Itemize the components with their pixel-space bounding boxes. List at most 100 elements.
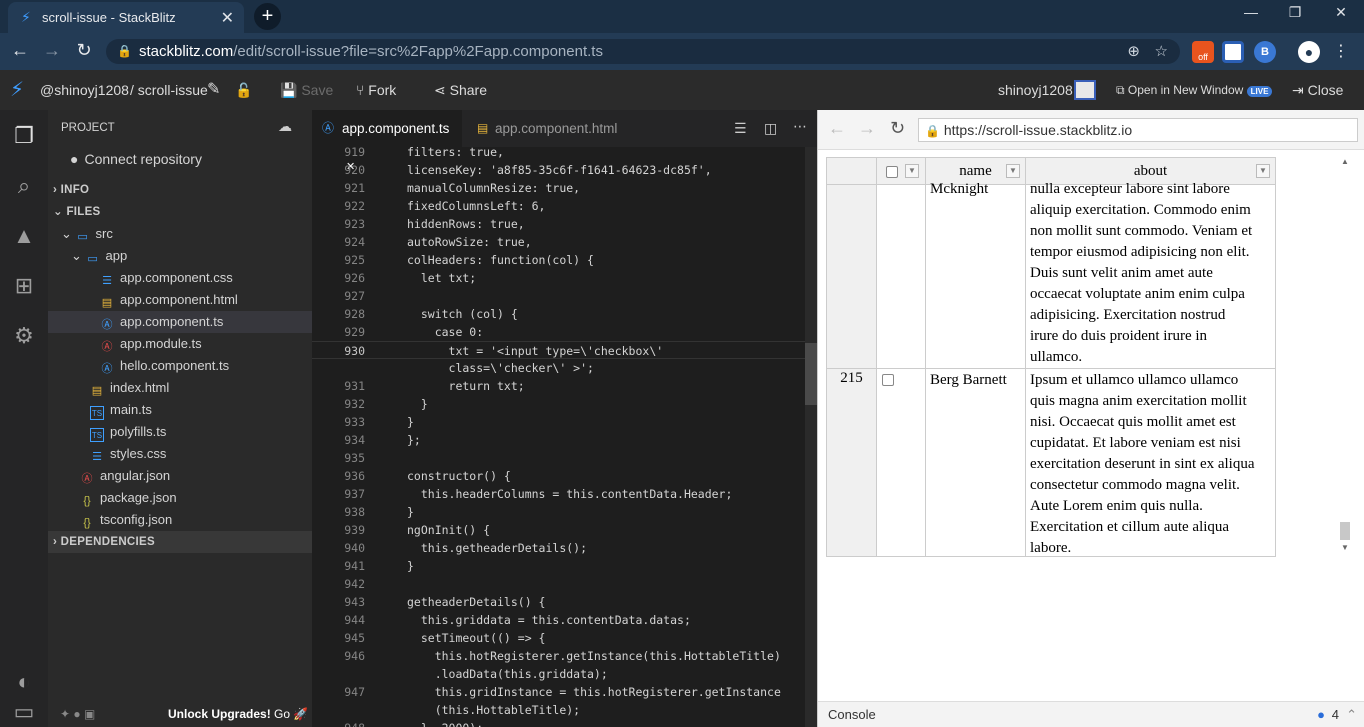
code-line[interactable]: 927 [312, 287, 805, 305]
connect-repository-button[interactable]: ● Connect repository [48, 148, 312, 170]
scroll-up-icon[interactable]: ▲ [1341, 157, 1349, 166]
row-checkbox[interactable] [882, 374, 894, 386]
file-index-html[interactable]: ▤ index.html [48, 377, 312, 399]
minimize-button[interactable]: — [1236, 4, 1266, 20]
editor-scrollbar[interactable] [805, 147, 817, 727]
code-line[interactable]: 932 } [312, 395, 805, 413]
tab-close-icon[interactable]: ✕ [221, 8, 234, 28]
browser-tab[interactable]: ⚡ scroll-issue - StackBlitz ✕ [8, 2, 244, 33]
code-line[interactable]: 948 }, 2000); [312, 719, 805, 727]
select-all-checkbox[interactable] [886, 165, 898, 178]
code-line[interactable]: 919 filters: true, [312, 147, 805, 161]
info-section[interactable]: › INFO [48, 179, 312, 201]
row-header[interactable]: 215 [827, 369, 877, 556]
discord-icon[interactable]: ▣ [84, 707, 95, 721]
code-line[interactable]: class=\'checker\' >'; [312, 359, 805, 377]
file-app-module-ts[interactable]: Ⓐapp.module.ts [48, 333, 312, 355]
unlock-upgrades-link[interactable]: Unlock Upgrades! Go 🚀 [168, 703, 312, 725]
address-bar[interactable]: 🔒 stackblitz.com/edit/scroll-issue?file=… [106, 39, 1180, 64]
extension-off-icon[interactable]: off [1192, 41, 1214, 63]
name-cell[interactable]: Berg Barnett [926, 369, 1026, 556]
project-name[interactable]: / scroll-issue [130, 70, 208, 110]
code-line[interactable]: 940 this.getheaderDetails(); [312, 539, 805, 557]
filter-dropdown-icon[interactable]: ▼ [905, 164, 919, 178]
edit-pencil-icon[interactable]: ✎ [207, 70, 220, 110]
search-icon[interactable]: ⌕ [10, 172, 38, 200]
file-app-component-html[interactable]: ▤ app.component.html [48, 289, 312, 311]
code-line[interactable]: 941} [312, 557, 805, 575]
layout-panel-icon[interactable]: ▭ [10, 698, 38, 726]
about-cell[interactable]: nulla excepteur labore sint labore aliqui… [1026, 181, 1275, 369]
code-area[interactable]: 919 filters: true, 920 licenseKey: 'a8f85-3… [312, 147, 817, 727]
share-button[interactable]: ⋖ Share [434, 70, 487, 110]
new-tab-button[interactable]: + [254, 3, 281, 30]
code-line[interactable]: 937 this.headerColumns = this.contentDat… [312, 485, 805, 503]
code-line[interactable]: 923 hiddenRows: true, [312, 215, 805, 233]
theme-toggle-icon[interactable]: ◐ [10, 668, 38, 696]
github-icon[interactable]: ● [73, 707, 80, 721]
code-line[interactable]: 922 fixedColumnsLeft: 6, [312, 197, 805, 215]
code-line[interactable]: 939 ngOnInit() { [312, 521, 805, 539]
back-arrow-icon[interactable]: ← [8, 40, 32, 61]
profile-avatar-icon[interactable]: ● [1298, 41, 1320, 63]
code-line[interactable]: 947 this.gridInstance = this.hotRegister… [312, 683, 805, 701]
file-angular-json[interactable]: Ⓐangular.json [48, 465, 312, 487]
editor-tab-app-component-html[interactable]: ▤ app.component.html [462, 110, 632, 147]
code-line[interactable]: .loadData(this.griddata); [312, 665, 805, 683]
folder-app[interactable]: ⌄ ▭ app [48, 245, 312, 267]
code-line[interactable]: 942 [312, 575, 805, 593]
folder-src[interactable]: ⌄ ▭ src [48, 223, 312, 245]
window-close-button[interactable]: ✕ [1326, 4, 1356, 21]
code-line[interactable]: 928 switch (col) { [312, 305, 805, 323]
account-name[interactable]: shinoyj1208 [998, 70, 1073, 110]
settings-gear-icon[interactable]: ⚙ [10, 322, 38, 350]
console-bar[interactable]: Console ● 4 ⌃ [818, 701, 1364, 727]
add-page-icon[interactable]: ⊕ [1127, 39, 1140, 64]
browser-menu-icon[interactable]: ⋮ [1330, 41, 1352, 63]
code-line[interactable]: 925 colHeaders: function(col) { [312, 251, 805, 269]
preview-reload-icon[interactable]: ↻ [890, 118, 905, 139]
code-line[interactable]: 946 this.hotRegisterer.getInstance(this.… [312, 647, 805, 665]
file-package-json[interactable]: {} package.json [48, 487, 312, 509]
code-line[interactable]: 938} [312, 503, 805, 521]
editor-tab-app-component-ts[interactable]: Ⓐ app.component.ts ✕ [312, 110, 462, 173]
code-line[interactable]: (this.HottableTitle); [312, 701, 805, 719]
file-main-ts[interactable]: TS main.ts [48, 399, 312, 421]
files-section[interactable]: ⌄ FILES [48, 201, 312, 223]
file-tsconfig-json[interactable]: {} tsconfig.json [48, 509, 312, 531]
checkbox-cell[interactable] [877, 369, 926, 556]
code-line[interactable]: 920 licenseKey: 'a8f85-35c6f-f1641-64623-… [312, 161, 805, 179]
filter-dropdown-icon[interactable]: ▼ [1006, 164, 1020, 178]
scroll-down-icon[interactable]: ▼ [1341, 543, 1349, 552]
bookmark-star-icon[interactable]: ☆ [1155, 39, 1168, 64]
extensions-icon[interactable]: ⊞ [10, 272, 38, 300]
open-new-window-button[interactable]: ⧉ Open in New Window LIVE [1116, 70, 1273, 110]
checkbox-column-header[interactable]: ▼ [877, 158, 926, 185]
checkbox-cell[interactable] [877, 185, 926, 369]
reload-icon[interactable]: ↻ [72, 40, 96, 61]
name-cell[interactable]: Mcknight [926, 181, 1026, 369]
row-header[interactable] [827, 185, 877, 369]
preview-url-bar[interactable]: 🔒 https://scroll-issue.stackblitz.io [918, 118, 1358, 142]
about-cell[interactable]: Ipsum et ullamco ullamco ullamco quis mag… [1026, 369, 1275, 556]
fork-button[interactable]: ⑂ Fork [356, 70, 396, 110]
twitter-icon[interactable]: ✦ [60, 707, 70, 721]
code-line[interactable]: 930 txt = '<input type=\'checkbox\' [312, 341, 805, 359]
upload-cloud-icon[interactable]: ☁ [278, 118, 292, 135]
console-expand-icon[interactable]: ⌃ [1346, 702, 1357, 727]
code-line[interactable]: 933} [312, 413, 805, 431]
editor-scroll-thumb[interactable] [805, 343, 817, 405]
firebase-icon[interactable]: ▲ [10, 222, 38, 250]
code-line[interactable]: 926 let txt; [312, 269, 805, 287]
code-line[interactable]: 944 this.griddata = this.contentData.dat… [312, 611, 805, 629]
grid-scrollbar[interactable]: ▲ ▼ [1338, 157, 1352, 557]
scroll-thumb[interactable] [1340, 522, 1350, 540]
maximize-button[interactable]: ❐ [1280, 4, 1310, 21]
handsontable-grid[interactable]: ▼ name ▼ about ▼ Mcknight nulla excepteu… [826, 157, 1276, 557]
close-preview-button[interactable]: ⇥ Close [1292, 70, 1343, 110]
file-app-component-css[interactable]: ☰ app.component.css [48, 267, 312, 289]
split-editor-icon[interactable]: ◫ [764, 120, 777, 137]
files-icon[interactable]: ❐ [10, 122, 38, 150]
code-line[interactable]: 943 getheaderDetails() { [312, 593, 805, 611]
code-line[interactable]: 936 constructor() { [312, 467, 805, 485]
